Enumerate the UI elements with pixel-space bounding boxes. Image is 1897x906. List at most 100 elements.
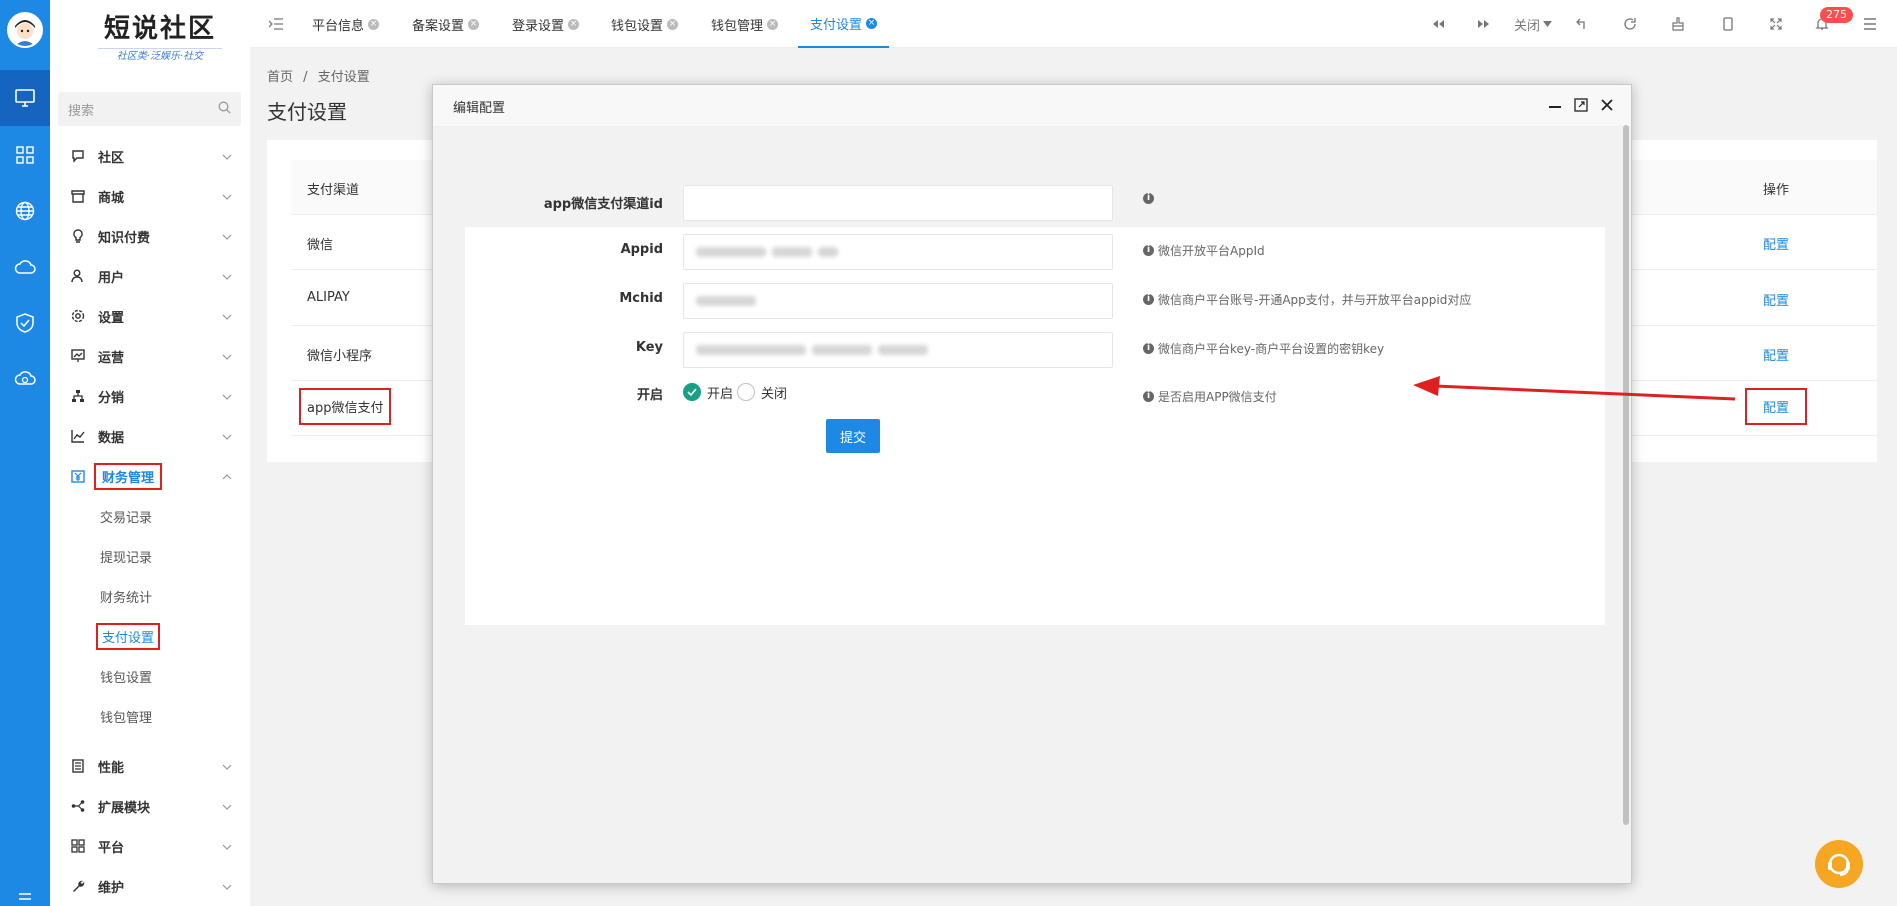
chevron-down-icon <box>222 189 232 204</box>
menu-collapse-icon[interactable] <box>0 888 50 906</box>
search-icon[interactable] <box>218 101 231 118</box>
collapse-sidebar-icon[interactable] <box>266 14 286 34</box>
search-input[interactable]: 搜索 <box>68 100 94 119</box>
header-action: 操作 <box>1763 183 1790 198</box>
menu-item-extensions[interactable]: 扩展模块 <box>50 786 250 826</box>
row-config-link[interactable]: 配置 <box>1763 234 1789 253</box>
close-icon[interactable]: × <box>667 18 679 30</box>
more-menu-icon[interactable] <box>1860 14 1880 34</box>
menu-label: 数据 <box>98 430 125 446</box>
close-icon[interactable]: × <box>468 18 480 30</box>
row-config-link[interactable]: 配置 <box>1763 345 1789 364</box>
menu-item-maintenance[interactable]: 维护 <box>50 866 250 906</box>
menu-item-platform[interactable]: 平台 <box>50 826 250 866</box>
side-menu: 短说社区 社区类·泛娱乐·社交 搜索 社区 商城 知识付费 用户 设置 运营 分… <box>50 0 250 906</box>
close-icon[interactable]: × <box>568 18 580 30</box>
shield-icon[interactable] <box>0 295 50 351</box>
tab-filing-settings[interactable]: 备案设置 × <box>412 0 480 48</box>
chevron-down-icon <box>222 149 232 164</box>
menu-label: 扩展模块 <box>98 800 151 816</box>
submit-button[interactable]: 提交 <box>826 419 880 453</box>
menu-label: 分销 <box>98 390 125 406</box>
breadcrumb-home[interactable]: 首页 <box>267 70 293 85</box>
menu-item-finance[interactable]: 财务管理 <box>50 456 250 496</box>
chevron-down-icon <box>222 759 232 774</box>
row-config-link[interactable]: 配置 <box>1745 388 1808 425</box>
mchid-input[interactable] <box>683 283 1113 319</box>
maximize-icon[interactable] <box>1572 96 1590 114</box>
breadcrumb: 首页 / 支付设置 <box>267 66 370 85</box>
menu-item-settings[interactable]: 设置 <box>50 296 250 336</box>
clear-cache-icon[interactable] <box>1668 14 1688 34</box>
tab-wallet-management[interactable]: 钱包管理 × <box>711 0 779 48</box>
tab-login-settings[interactable]: 登录设置 × <box>512 0 580 48</box>
menu-label: 平台 <box>98 840 125 856</box>
masked-value <box>878 345 928 355</box>
customer-service-icon[interactable] <box>1815 840 1863 888</box>
submenu-item-wallet-management[interactable]: 钱包管理 <box>100 696 152 736</box>
submenu-item-withdrawals[interactable]: 提现记录 <box>100 536 152 576</box>
menu-item-community[interactable]: 社区 <box>50 136 250 176</box>
radio-enable-label: 开启 <box>707 386 734 402</box>
chevron-down-icon <box>222 879 232 894</box>
scroll-left-icon[interactable] <box>1428 14 1448 34</box>
row-config-link[interactable]: 配置 <box>1763 290 1789 309</box>
minimize-icon[interactable] <box>1546 96 1564 114</box>
menu-search[interactable]: 搜索 <box>58 92 241 126</box>
row-channel: 微信 <box>307 238 334 253</box>
radio-disable[interactable] <box>737 383 756 401</box>
close-icon[interactable]: × <box>368 18 380 30</box>
key-input[interactable] <box>683 332 1113 368</box>
tab-label: 备案设置 <box>412 18 465 34</box>
masked-value <box>696 296 756 306</box>
refresh-icon[interactable] <box>1620 14 1640 34</box>
menu-label: 商城 <box>98 190 125 206</box>
close-icon[interactable]: × <box>866 17 878 29</box>
mobile-icon[interactable] <box>1718 14 1738 34</box>
menu-label: 财务管理 <box>94 462 163 490</box>
close-tabs-dropdown[interactable]: 关闭 <box>1510 14 1556 34</box>
chevron-down-icon <box>222 429 232 444</box>
radio-enable[interactable] <box>683 383 701 401</box>
channel-id-input[interactable] <box>683 185 1113 221</box>
undo-icon[interactable] <box>1572 14 1592 34</box>
enable-tip: i 是否启用APP微信支付 <box>1143 388 1277 405</box>
menu-item-data[interactable]: 数据 <box>50 416 250 456</box>
info-icon: i <box>1143 343 1154 354</box>
icon-rail <box>0 0 50 906</box>
menu-item-performance[interactable]: 性能 <box>50 746 250 786</box>
key-tip: i 微信商户平台key-商户平台设置的密钥key <box>1143 340 1384 357</box>
fullscreen-icon[interactable] <box>1766 14 1786 34</box>
menu-label: 设置 <box>98 310 125 326</box>
notification-badge: 275 <box>1820 7 1853 23</box>
tab-platform-info[interactable]: 平台信息 × <box>312 0 380 48</box>
enable-label: 开启 <box>636 388 663 403</box>
monitor-icon[interactable] <box>0 70 50 126</box>
submenu-item-wallet-settings[interactable]: 钱包设置 <box>100 656 152 696</box>
menu-item-mall[interactable]: 商城 <box>50 176 250 216</box>
wrench-icon <box>70 878 86 894</box>
submenu-item-transactions[interactable]: 交易记录 <box>100 496 152 536</box>
menu-item-distribution[interactable]: 分销 <box>50 376 250 416</box>
info-icon: i <box>1143 193 1154 204</box>
menu-item-knowledge[interactable]: 知识付费 <box>50 216 250 256</box>
mchid-label: Mchid <box>619 291 663 306</box>
globe-icon[interactable] <box>0 183 50 239</box>
cloud-icon[interactable] <box>0 239 50 295</box>
close-icon[interactable] <box>1598 96 1616 114</box>
tip-text: 是否启用APP微信支付 <box>1158 390 1277 404</box>
user-avatar[interactable] <box>7 12 43 48</box>
modal-scrollbar[interactable] <box>1623 125 1629 825</box>
tab-payment-settings[interactable]: 支付设置 × <box>798 0 890 48</box>
menu-item-users[interactable]: 用户 <box>50 256 250 296</box>
close-icon[interactable]: × <box>767 18 779 30</box>
submenu-item-payment-settings[interactable]: 支付设置 <box>96 616 161 656</box>
appid-input[interactable] <box>683 234 1113 270</box>
scroll-right-icon[interactable] <box>1474 14 1494 34</box>
menu-item-operations[interactable]: 运营 <box>50 336 250 376</box>
grid-icon[interactable] <box>0 127 50 183</box>
tab-wallet-settings[interactable]: 钱包设置 × <box>611 0 679 48</box>
cloud-sync-icon[interactable] <box>0 351 50 407</box>
submenu-item-finance-stats[interactable]: 财务统计 <box>100 576 152 616</box>
info-icon: i <box>1143 245 1154 256</box>
